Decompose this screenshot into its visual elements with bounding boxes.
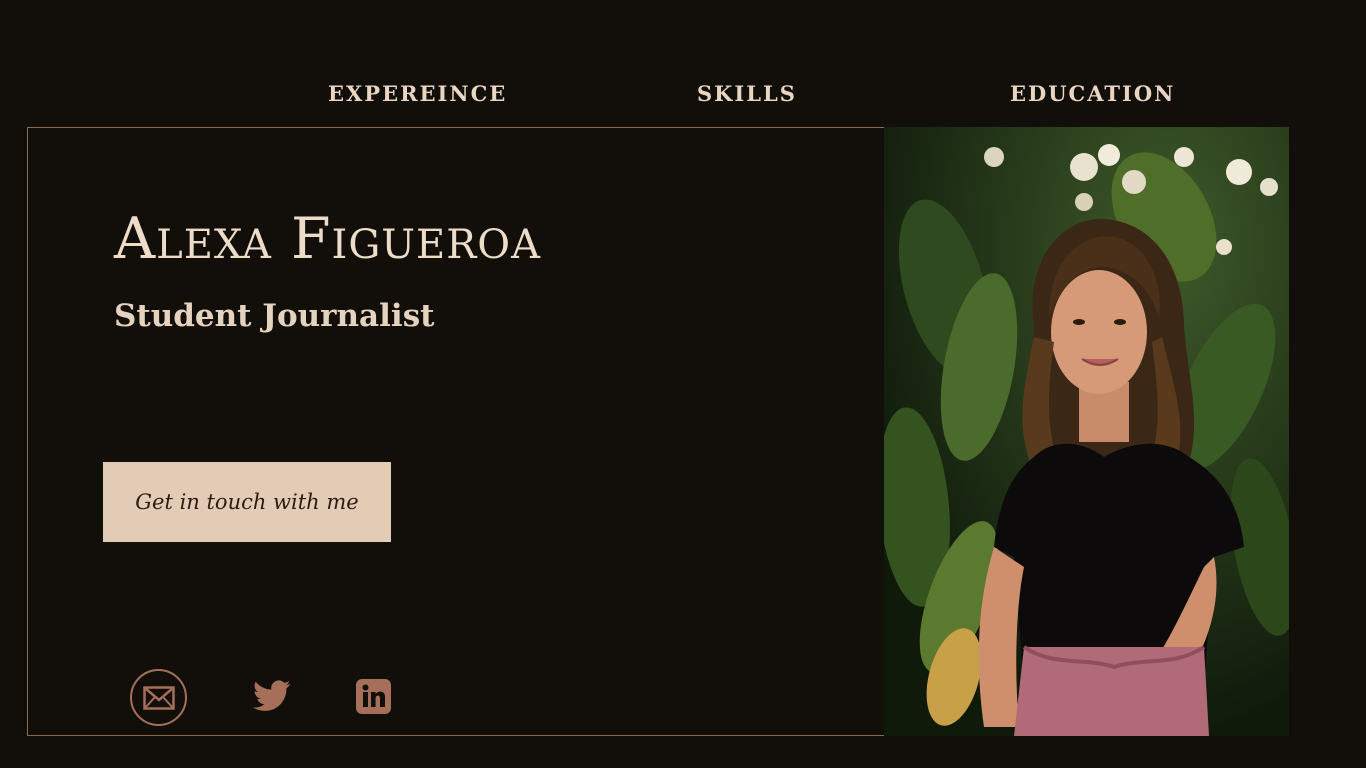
nav-education-link[interactable]: EDUCATION	[1010, 80, 1175, 108]
envelope-icon	[142, 685, 175, 710]
hero-name: Alexa Figueroa	[114, 206, 541, 272]
twitter-link[interactable]	[250, 676, 294, 716]
nav-skills-link[interactable]: SKILLS	[697, 80, 797, 108]
email-link[interactable]	[130, 669, 187, 726]
portrait-photo	[884, 127, 1289, 736]
get-in-touch-button[interactable]: Get in touch with me	[103, 462, 391, 542]
hero-role: Student Journalist	[114, 298, 435, 334]
twitter-icon	[253, 680, 291, 711]
linkedin-icon	[356, 679, 391, 714]
nav-experience-link[interactable]: EXPEREINCE	[328, 80, 507, 108]
linkedin-link[interactable]	[356, 679, 391, 714]
